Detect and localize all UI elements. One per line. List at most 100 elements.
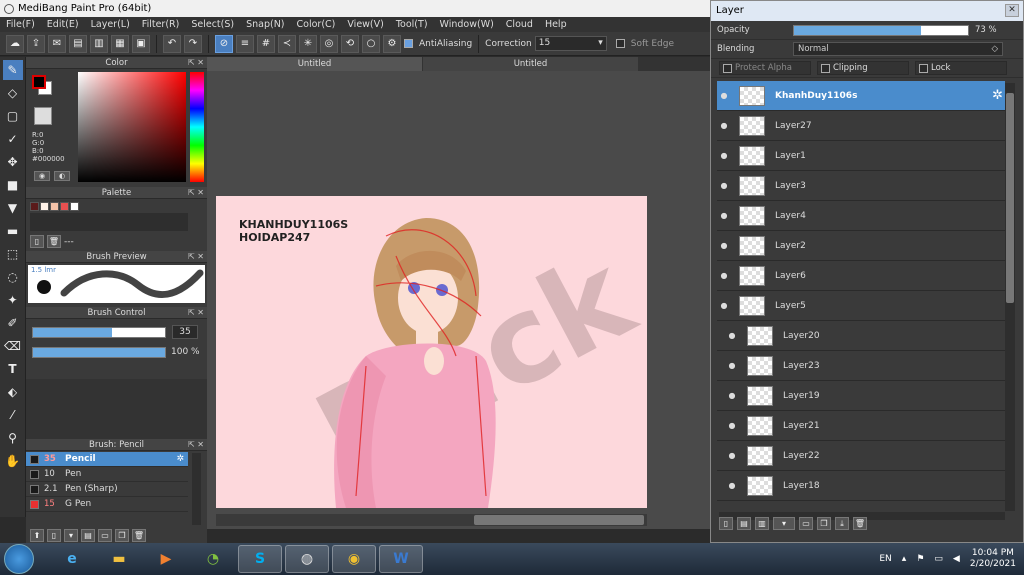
ccleaner-icon[interactable]: ◔ [191,545,235,573]
visibility-icon[interactable]: ● [717,181,731,190]
language-indicator[interactable]: EN [879,554,891,564]
visibility-icon[interactable]: ● [717,301,731,310]
menu-item-filter[interactable]: Filter(R) [136,19,186,30]
delete-brush-icon[interactable]: 🗑 [132,529,146,542]
media-player-icon[interactable]: ▶ [144,545,188,573]
duplicate-brush-icon[interactable]: ❐ [115,529,129,542]
color-mode-button[interactable]: ◉ [34,171,50,181]
menu-item-cloud[interactable]: Cloud [500,19,539,30]
panel-controls-icon[interactable]: ⇱ ✕ [188,251,204,263]
lasso-tool-icon[interactable]: ◌ [3,267,23,287]
folder-icon[interactable]: ▭ [98,529,112,542]
visibility-icon[interactable]: ● [717,211,731,220]
divide-tool-icon[interactable]: ⁄ [3,405,23,425]
snap-circle-icon[interactable]: ○ [362,34,380,53]
saturation-value-field[interactable] [78,72,186,182]
menu-item-snap[interactable]: Snap(N) [240,19,290,30]
palette-swatch[interactable] [50,202,59,211]
layer-row-layer18[interactable]: ● Layer18 [717,471,1005,501]
transparent-color-swatch[interactable] [34,107,52,125]
layer-row-layer2[interactable]: ● Layer2 [717,231,1005,261]
share-icon[interactable]: ⇪ [27,34,45,53]
brush-item-pen[interactable]: 10 Pen [26,467,188,482]
new-color-layer-icon[interactable]: ▤ [737,517,751,530]
layer-row-layer23[interactable]: ● Layer23 [717,351,1005,381]
menu-item-tool[interactable]: Tool(T) [390,19,434,30]
visibility-icon[interactable]: ● [725,361,739,370]
visibility-icon[interactable]: ● [717,151,731,160]
grid-page-icon[interactable]: ▦ [111,34,129,53]
layer-list-scrollbar[interactable] [1005,83,1015,511]
menu-item-help[interactable]: Help [539,19,573,30]
color-swap-button[interactable]: ◐ [54,171,70,181]
volume-icon[interactable]: ◀ [953,554,960,564]
brush-size-value[interactable]: 35 [172,325,198,339]
internet-explorer-icon[interactable]: e [50,545,94,573]
correction-dropdown[interactable]: 15 ▾ [534,36,607,51]
flag-icon[interactable]: ⚑ [916,554,924,564]
layer-row-layer5[interactable]: ● Layer5 [717,291,1005,321]
layer-row-layer27[interactable]: ● Layer27 [717,111,1005,141]
bucket-tool-icon[interactable]: ▼ [3,198,23,218]
menu-item-window[interactable]: Window(W) [434,19,500,30]
display-icon[interactable]: ▭ [934,554,943,564]
antialiasing-checkbox[interactable] [404,39,413,48]
medibang-taskbar-icon[interactable]: ◍ [285,545,329,573]
download-brush-icon[interactable]: ⬆ [30,529,44,542]
skype-icon[interactable]: S [238,545,282,573]
canvas-horizontal-scrollbar[interactable] [216,514,647,526]
visibility-icon[interactable]: ● [717,121,731,130]
merge-layer-icon[interactable]: ⤓ [835,517,849,530]
clock[interactable]: 10:04 PM 2/20/2021 [970,548,1016,570]
snap-settings-icon[interactable]: ⚙ [383,34,401,53]
book-icon[interactable]: ▤ [69,34,87,53]
layer-row-layer6[interactable]: ● Layer6 [717,261,1005,291]
layer-scroll-thumb[interactable] [1006,93,1014,303]
layer-row-layer20[interactable]: ● Layer20 [717,321,1005,351]
new-brush-icon[interactable]: ▯ [47,529,61,542]
brush-size-slider[interactable] [32,327,166,338]
tab-untitled-2[interactable]: Untitled [423,57,639,71]
layer-row-layer4[interactable]: ● Layer4 [717,201,1005,231]
visibility-icon[interactable]: ● [717,91,731,100]
chrome-icon[interactable]: ◉ [332,545,376,573]
protect-alpha-toggle[interactable]: Protect Alpha [719,61,811,75]
brush-settings-icon[interactable]: ▤ [81,529,95,542]
menu-item-file[interactable]: File(F) [0,19,41,30]
text-tool-icon[interactable]: T [3,359,23,379]
menu-item-edit[interactable]: Edit(E) [41,19,85,30]
hand-tool-icon[interactable]: ✋ [3,451,23,471]
lock-toggle[interactable]: Lock [915,61,1007,75]
word-icon[interactable]: W [379,545,423,573]
snap-curve-icon[interactable]: ⟲ [341,34,359,53]
soft-edge-checkbox[interactable] [615,39,625,48]
page-icon[interactable]: ▥ [90,34,108,53]
add-brush-icon[interactable]: ▾ [64,529,78,542]
new-palette-icon[interactable]: ▯ [30,235,44,248]
snap-radial-icon[interactable]: ✳ [299,34,317,53]
panel-controls-icon[interactable]: ⇱ ✕ [188,187,204,199]
gear-icon[interactable]: ✲ [176,454,184,464]
menu-item-color[interactable]: Color(C) [291,19,342,30]
layer-row-layer3[interactable]: ● Layer3 [717,171,1005,201]
redo-icon[interactable]: ↷ [184,34,202,53]
snap-off-icon[interactable]: ⊘ [215,34,233,53]
delete-layer-icon[interactable]: 🗑 [853,517,867,530]
close-icon[interactable]: ✕ [1005,4,1019,17]
layer-row-layer19[interactable]: ● Layer19 [717,381,1005,411]
new-layer-icon[interactable]: ▯ [719,517,733,530]
start-button[interactable] [4,544,34,574]
visibility-icon[interactable]: ● [717,241,731,250]
palette-swatch[interactable] [60,202,69,211]
layer-row-layer1[interactable]: ● Layer1 [717,141,1005,171]
undo-icon[interactable]: ↶ [163,34,181,53]
export-icon[interactable]: ▣ [132,34,150,53]
drawing-canvas[interactable]: KHANHDUY1106S HOIDAP247 Dack [216,196,647,508]
brush-opacity-slider[interactable] [32,347,166,358]
visibility-icon[interactable]: ● [725,331,739,340]
select-tool-icon[interactable]: ⬚ [3,244,23,264]
fill-rect-tool-icon[interactable]: ■ [3,175,23,195]
foreground-color-swatch[interactable] [32,75,46,89]
tray-expand-icon[interactable]: ▴ [902,554,907,564]
snap-concentric-icon[interactable]: ◎ [320,34,338,53]
